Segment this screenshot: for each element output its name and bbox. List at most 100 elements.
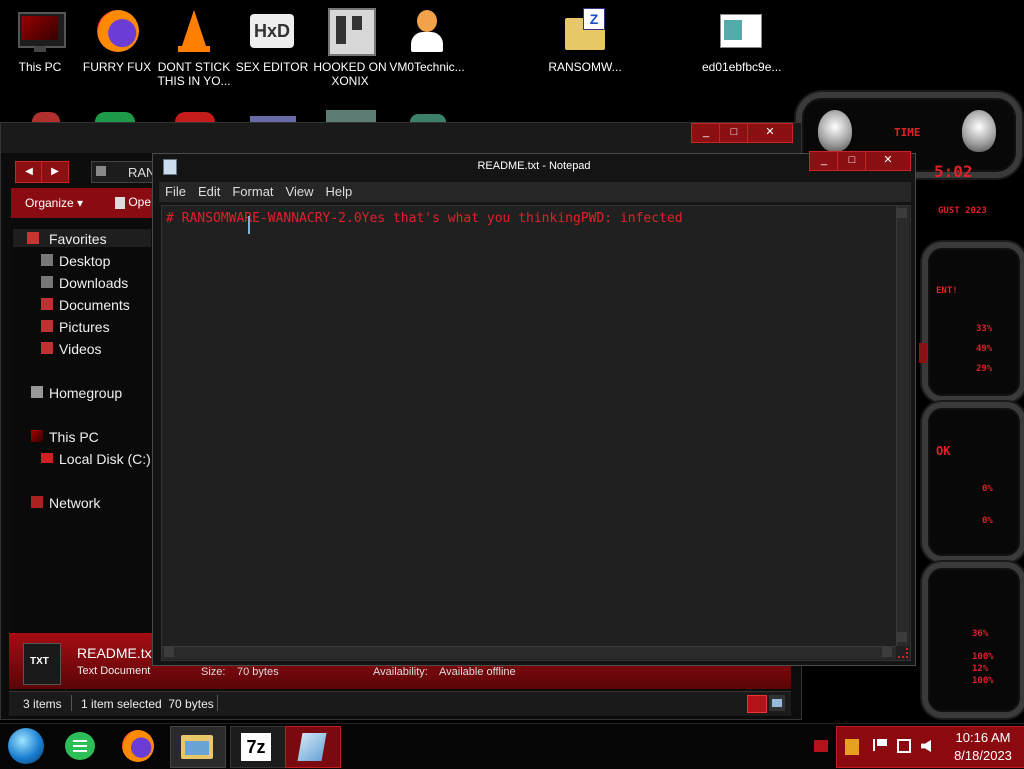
open-icon: [115, 196, 125, 209]
taskbar-chat-app[interactable]: [56, 726, 106, 766]
scroll-right-button[interactable]: [882, 647, 892, 657]
star-icon: [27, 232, 39, 244]
text-cursor-ibeam: [248, 216, 250, 234]
details-filename: README.txt: [77, 645, 156, 661]
network-icon: [31, 496, 43, 508]
menu-file[interactable]: File: [159, 182, 192, 199]
notepad-content: # RANSOMWARE-WANNACRY-2.0Yes that's what…: [166, 211, 683, 226]
desktop-icon-label: ed01ebfbc9e...: [702, 60, 782, 74]
desktop-icon-ransomware[interactable]: Z RANSOMW...: [547, 8, 623, 74]
gadget-header: TIME: [894, 126, 921, 139]
documents-icon: [41, 298, 53, 310]
show-hidden-icons-button[interactable]: [814, 740, 828, 752]
scroll-down-button[interactable]: [897, 632, 907, 642]
alien-head-icon: [818, 110, 852, 152]
details-size-value: 70 bytes: [237, 666, 279, 678]
back-button[interactable]: ◀: [15, 161, 43, 183]
taskbar-file-explorer[interactable]: [170, 726, 226, 768]
horizontal-scrollbar[interactable]: [162, 646, 896, 659]
gadget-label: 0%: [982, 516, 993, 526]
taskbar-firefox[interactable]: [112, 726, 162, 766]
notepad-title: README.txt - Notepad: [477, 160, 591, 172]
nav-videos[interactable]: Videos: [41, 341, 102, 357]
desktop-icon-partial[interactable]: [326, 110, 376, 122]
open-label: Ope: [128, 195, 152, 209]
desktop-icon-furry-fux[interactable]: FURRY FUX: [79, 8, 155, 74]
resize-grip[interactable]: [898, 648, 908, 658]
menu-edit[interactable]: Edit: [192, 182, 226, 199]
homegroup-icon: [31, 386, 43, 398]
maximize-button[interactable]: □: [719, 123, 749, 143]
nav-local-disk[interactable]: Local Disk (C:): [41, 451, 151, 467]
volume-icon[interactable]: [921, 740, 931, 752]
vertical-scrollbar[interactable]: [896, 206, 909, 646]
hxd-editor-icon: HxD: [248, 8, 296, 56]
nav-downloads[interactable]: Downloads: [41, 275, 128, 291]
desktop-icon-partial[interactable]: [410, 114, 446, 122]
xonix-game-icon: [326, 8, 376, 56]
nav-homegroup[interactable]: Homegroup: [31, 385, 122, 401]
menu-help[interactable]: Help: [319, 182, 358, 199]
nav-documents[interactable]: Documents: [41, 297, 130, 313]
file-thumbnail: TXT: [23, 643, 61, 685]
address-bar[interactable]: RAN: [91, 161, 155, 183]
network-tray-icon[interactable]: [897, 739, 911, 753]
desktop-icon-vlc[interactable]: DONT STICK THIS IN YO...: [156, 8, 232, 88]
nav-this-pc[interactable]: This PC: [31, 429, 99, 445]
details-availability-label: Availability:: [373, 666, 428, 678]
explorer-scrollbar[interactable]: [919, 343, 927, 363]
notepad-window[interactable]: README.txt - Notepad _ □ ✕ File Edit Forma…: [152, 151, 916, 666]
notepad-titlebar[interactable]: README.txt - Notepad: [153, 154, 915, 180]
drive-icon: [41, 453, 53, 463]
nav-favorites[interactable]: Favorites: [27, 231, 107, 247]
desktop-icon-partial[interactable]: [32, 112, 60, 122]
desktop-icon-vm0[interactable]: VM0Technic...: [389, 8, 465, 74]
desktop-icon-partial[interactable]: [175, 112, 215, 122]
folder-icon: [96, 166, 106, 176]
menu-view[interactable]: View: [280, 182, 320, 199]
action-center-flag-icon[interactable]: [873, 739, 887, 751]
large-icons-view-button[interactable]: [769, 695, 785, 711]
desktop-icon-ed01[interactable]: ed01ebfbc9e...: [702, 8, 782, 74]
nav-desktop[interactable]: Desktop: [41, 253, 110, 269]
desktop-icon-this-pc[interactable]: This PC: [2, 8, 78, 74]
menu-format[interactable]: Format: [226, 182, 279, 199]
gadget-label: 33%: [976, 324, 993, 334]
tray-app-icon[interactable]: [845, 739, 859, 755]
desktop-icon-xonix[interactable]: HOOKED ON XONIX: [312, 8, 388, 88]
nav-network[interactable]: Network: [31, 495, 100, 511]
close-button[interactable]: ✕: [747, 123, 793, 143]
start-button[interactable]: [2, 726, 52, 766]
scroll-left-button[interactable]: [164, 647, 174, 657]
open-button[interactable]: Ope: [115, 195, 151, 209]
desktop-icon-hxd[interactable]: HxD SEX EDITOR: [234, 8, 310, 74]
notepad-maximize-button[interactable]: □: [837, 151, 867, 171]
gadget-label: 12%: [972, 664, 989, 674]
clock-time: 10:16 AM: [955, 730, 1011, 745]
clock[interactable]: 10:16 AM 8/18/2023: [941, 729, 1024, 765]
desktop-icon-label: SEX EDITOR: [235, 60, 309, 74]
notepad-minimize-button[interactable]: _: [809, 151, 839, 171]
notepad-close-button[interactable]: ✕: [865, 151, 911, 171]
doctor-avatar-icon: [403, 8, 451, 56]
computer-icon: [31, 430, 43, 442]
notepad-text-area[interactable]: # RANSOMWARE-WANNACRY-2.0Yes that's what…: [161, 205, 911, 661]
taskbar-7zip[interactable]: 7z: [230, 726, 286, 768]
organize-button[interactable]: Organize ▾: [25, 196, 83, 210]
desktop-icon-label: FURRY FUX: [82, 60, 152, 74]
nav-pictures[interactable]: Pictures: [41, 319, 110, 335]
scroll-up-button[interactable]: [897, 208, 907, 218]
nav-label: Homegroup: [49, 385, 123, 401]
7zip-icon: 7z: [241, 733, 271, 761]
minimize-button[interactable]: _: [691, 123, 721, 143]
desktop-icon-label: HOOKED ON XONIX: [313, 60, 387, 88]
desktop-icon: [41, 254, 53, 266]
status-divider: [217, 695, 218, 711]
gadget-label: 0%: [982, 484, 993, 494]
taskbar-notepad[interactable]: [285, 726, 341, 768]
forward-button[interactable]: ▶: [41, 161, 69, 183]
explorer-titlebar[interactable]: [1, 123, 801, 153]
details-view-button[interactable]: [747, 695, 767, 713]
gadget-time: 5:02: [934, 162, 973, 181]
desktop-icon-partial[interactable]: [95, 112, 135, 122]
